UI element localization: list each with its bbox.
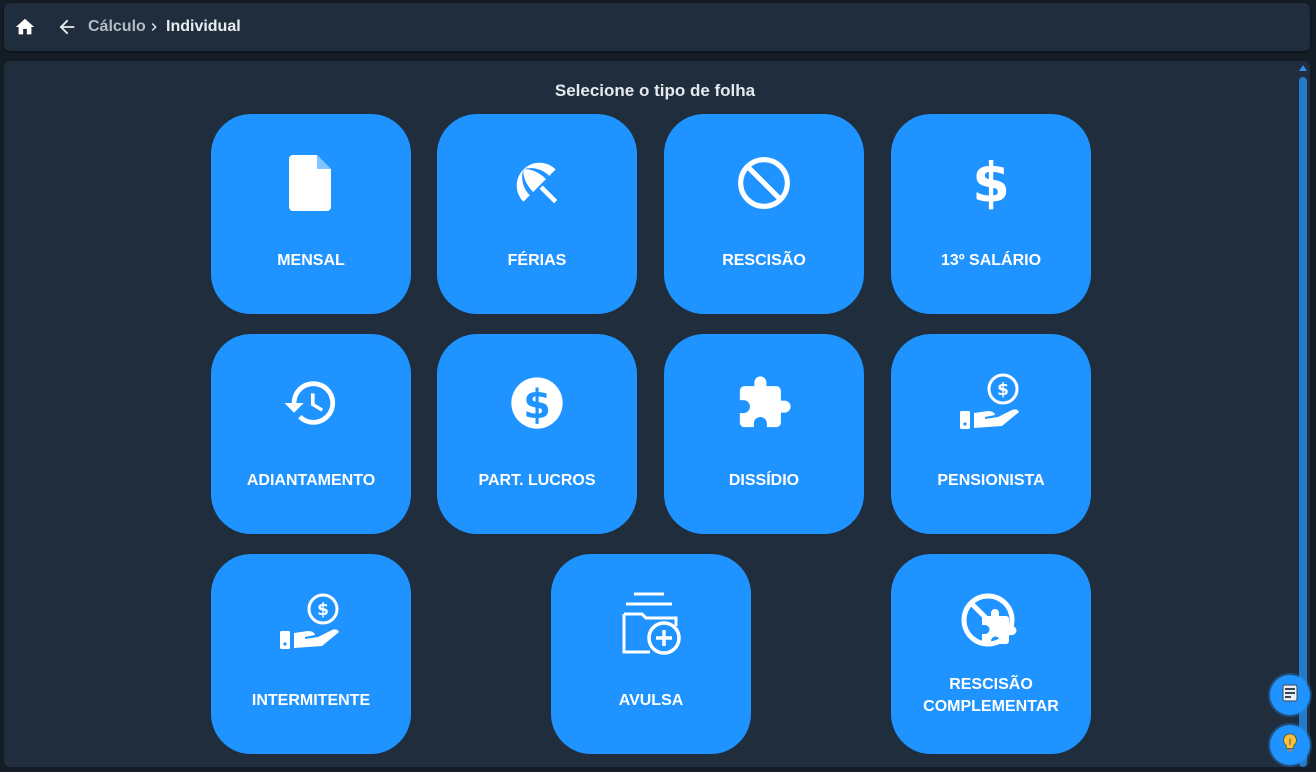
notepad-icon: [1280, 683, 1300, 708]
puzzle-icon: [664, 372, 864, 434]
tile-adiantamento[interactable]: ADIANTAMENTO: [211, 334, 411, 534]
dollar-circle-icon: $: [437, 372, 637, 434]
page-title: Selecione o tipo de folha: [554, 81, 756, 100]
folder-plus-icon: [551, 592, 751, 655]
svg-text:$: $: [523, 382, 551, 428]
tile-label-line-1: RESCISÃO: [949, 676, 1033, 693]
block-puzzle-icon: [891, 592, 1091, 654]
chevron-right-icon: [146, 19, 162, 35]
tile-label: RESCISÃO: [722, 252, 806, 269]
floating-notes-button[interactable]: [1270, 675, 1310, 715]
scrollbar[interactable]: [1298, 63, 1308, 767]
file-icon: [211, 152, 411, 214]
tile-rescisao-complementar[interactable]: RESCISÃO COMPLEMENTAR: [891, 554, 1091, 754]
tile-label-line-2: COMPLEMENTAR: [923, 698, 1059, 715]
tile-part-lucros[interactable]: $ PART. LUCROS: [437, 334, 637, 534]
tile-label: PENSIONISTA: [937, 472, 1045, 489]
tile-label: MENSAL: [277, 252, 345, 269]
tile-label: RESCISÃO COMPLEMENTAR: [891, 674, 1091, 718]
tile-dissidio[interactable]: DISSÍDIO: [664, 334, 864, 534]
breadcrumb-calculo[interactable]: Cálculo: [88, 18, 146, 36]
lightbulb-icon: [1279, 732, 1301, 759]
tile-ferias[interactable]: FÉRIAS: [437, 114, 637, 314]
tile-13-salario[interactable]: $ 13º SALÁRIO: [891, 114, 1091, 314]
tile-mensal[interactable]: MENSAL: [211, 114, 411, 314]
main-panel: Selecione o tipo de folha MENSAL FÉRIAS …: [4, 61, 1310, 767]
tile-rescisao[interactable]: RESCISÃO: [664, 114, 864, 314]
scroll-up-arrow[interactable]: [1299, 65, 1307, 71]
tile-intermitente[interactable]: $ INTERMITENTE: [211, 554, 411, 754]
floating-tips-button[interactable]: [1270, 725, 1310, 765]
block-icon: [664, 152, 864, 214]
tile-label: INTERMITENTE: [251, 692, 371, 709]
home-icon[interactable]: [14, 16, 36, 38]
tile-label: PART. LUCROS: [478, 472, 596, 489]
scroll-thumb[interactable]: [1299, 77, 1307, 767]
history-icon: [211, 372, 411, 434]
beach-umbrella-icon: [437, 152, 637, 214]
tile-avulsa[interactable]: AVULSA: [551, 554, 751, 754]
tile-label: DISSÍDIO: [728, 472, 800, 489]
dollar-sign-icon: $: [891, 152, 1091, 214]
top-bar: Cálculo Individual: [4, 3, 1310, 51]
tile-label: FÉRIAS: [507, 252, 567, 269]
svg-text:$: $: [317, 600, 329, 620]
hand-coin-icon: $: [891, 372, 1091, 434]
back-arrow-icon[interactable]: [56, 16, 78, 38]
svg-text:$: $: [974, 156, 1008, 210]
tile-label: 13º SALÁRIO: [940, 252, 1042, 269]
tile-pensionista[interactable]: $ PENSIONISTA: [891, 334, 1091, 534]
svg-text:$: $: [997, 380, 1009, 400]
breadcrumb-individual: Individual: [166, 18, 241, 35]
tile-label: AVULSA: [618, 692, 684, 709]
tile-label: ADIANTAMENTO: [246, 472, 376, 489]
hand-coin-icon: $: [211, 592, 411, 654]
